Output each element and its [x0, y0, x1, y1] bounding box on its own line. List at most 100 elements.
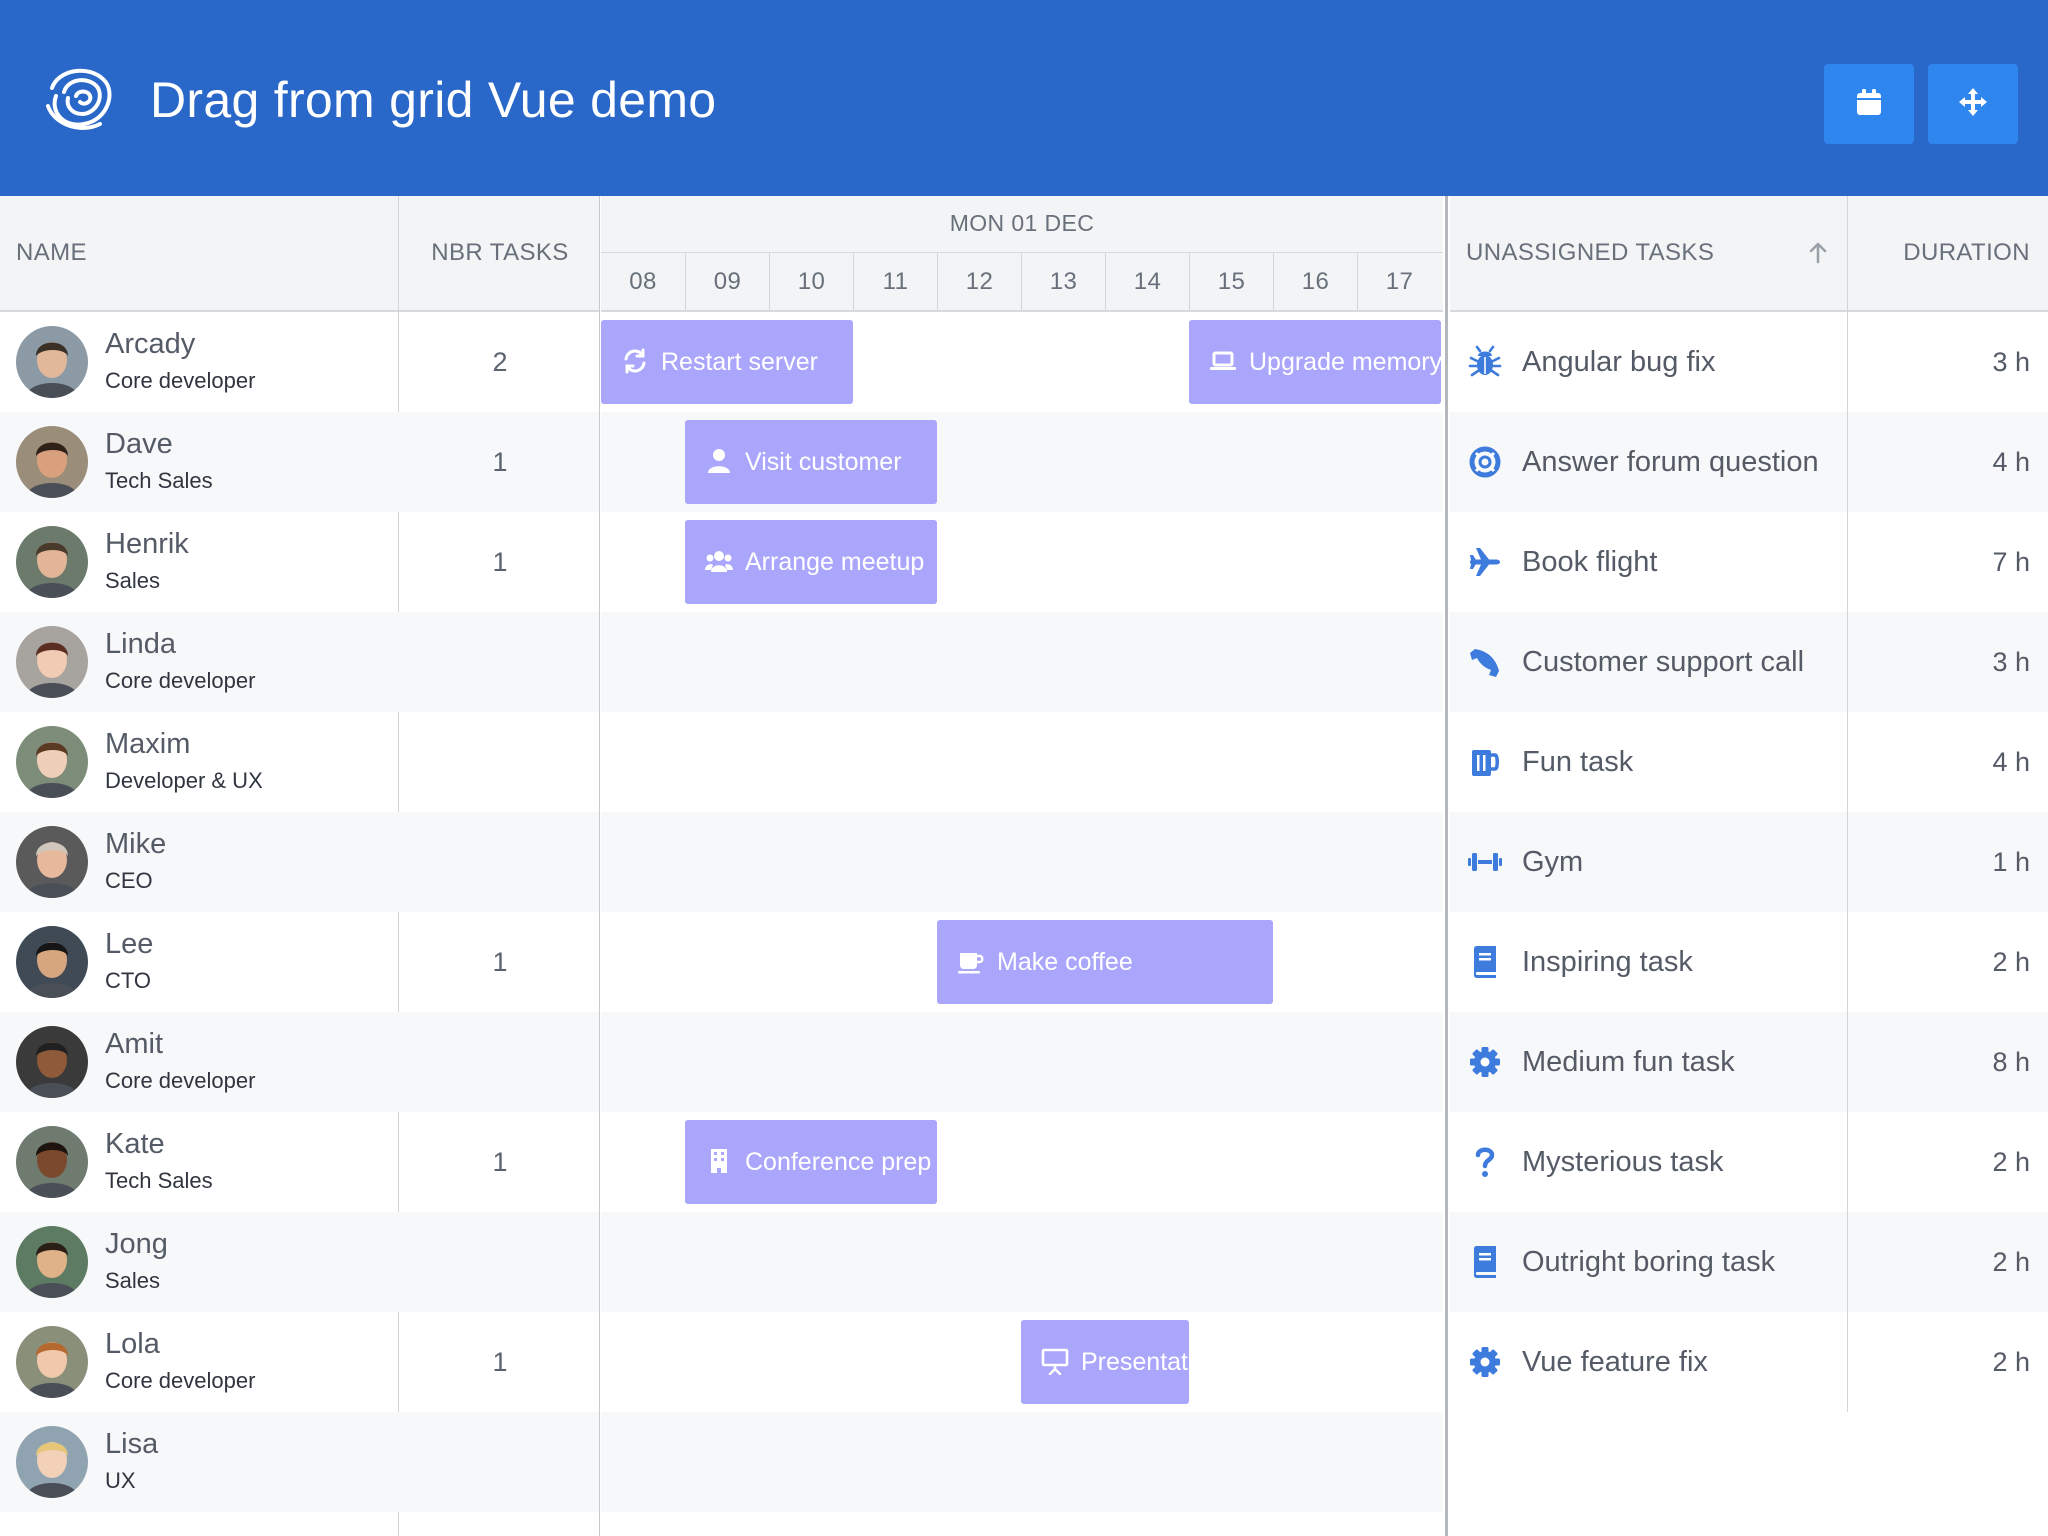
resource-role: Core developer	[105, 1368, 256, 1393]
unassigned-task-row[interactable]: Gym 1 h	[1450, 812, 2048, 912]
unassigned-task-row[interactable]: Fun task 4 h	[1450, 712, 2048, 812]
beer-icon	[1468, 745, 1502, 779]
column-header-duration[interactable]: DURATION	[1903, 238, 2030, 268]
column-divider	[1847, 196, 1848, 1412]
resource-row[interactable]: Arcady Core developer 2	[0, 312, 600, 412]
task-name: Angular bug fix	[1522, 346, 1716, 378]
resource-row[interactable]: Maxim Developer & UX	[0, 712, 600, 812]
task-count	[400, 612, 600, 712]
resource-row[interactable]: Lola Core developer 1	[0, 1312, 600, 1412]
event-bar[interactable]: Presentati	[1021, 1320, 1189, 1404]
unassigned-task-row[interactable]: Customer support call 3 h	[1450, 612, 2048, 712]
book-icon	[1468, 1245, 1502, 1279]
unassigned-rows: Angular bug fix 3 h Answer forum question 4…	[1450, 312, 2048, 1412]
unassigned-task-row[interactable]: Inspiring task 2 h	[1450, 912, 2048, 1012]
avatar	[16, 1226, 88, 1298]
arrow-up-icon[interactable]	[1805, 240, 1831, 266]
unassigned-task-row[interactable]: Vue feature fix 2 h	[1450, 1312, 2048, 1412]
resource-role: Core developer	[105, 1068, 256, 1093]
task-name: Book flight	[1522, 546, 1658, 578]
splitter[interactable]	[1445, 196, 1448, 1536]
event-label: Conference prep	[745, 1148, 932, 1176]
resource-row[interactable]: Lee CTO 1	[0, 912, 600, 1012]
unassigned-task-row[interactable]: Book flight 7 h	[1450, 512, 2048, 612]
hour-header: 15	[1189, 253, 1273, 311]
splitter[interactable]	[599, 196, 600, 1536]
column-header-nbr-tasks[interactable]: NBR TASKS	[400, 238, 600, 268]
event-bar[interactable]: Make coffee	[937, 920, 1273, 1004]
life-ring-icon	[1468, 445, 1502, 479]
hour-header: 13	[1021, 253, 1105, 311]
task-name: Customer support call	[1522, 646, 1805, 678]
avatar	[16, 326, 88, 398]
resource-name: Linda	[105, 628, 176, 660]
resource-grid-header: NAME NBR TASKS	[0, 196, 600, 312]
resource-row[interactable]: Amit Core developer	[0, 1012, 600, 1112]
avatar	[16, 626, 88, 698]
resource-name: Kate	[105, 1128, 165, 1160]
resource-role: CEO	[105, 868, 153, 893]
resource-row[interactable]: Mike CEO	[0, 812, 600, 912]
event-bar[interactable]: Visit customer	[685, 420, 937, 504]
unassigned-task-row[interactable]: Answer forum question 4 h	[1450, 412, 2048, 512]
hour-header: 10	[769, 253, 853, 311]
unassigned-task-row[interactable]: Angular bug fix 3 h	[1450, 312, 2048, 412]
task-count	[400, 1412, 600, 1512]
resource-name: Maxim	[105, 728, 191, 760]
avatar	[16, 426, 88, 498]
presentation-icon	[1041, 1347, 1069, 1375]
task-count: 1	[492, 947, 508, 977]
hour-header: 12	[937, 253, 1021, 311]
task-name: Mysterious task	[1522, 1146, 1724, 1178]
schedule-timeline: MON 01 DEC 08 09 10 11 12 13 14 15 16 17 Restart …	[601, 196, 1443, 1536]
event-label: Make coffee	[997, 948, 1133, 976]
drag-mode-button[interactable]	[1928, 64, 2018, 144]
task-duration: 8 h	[1992, 1047, 2030, 1077]
hour-header: 14	[1105, 253, 1189, 311]
bug-icon	[1468, 345, 1502, 379]
resource-row[interactable]: Dave Tech Sales 1	[0, 412, 600, 512]
event-bar[interactable]: Restart server	[601, 320, 853, 404]
resource-role: Sales	[105, 1268, 161, 1293]
event-label: Upgrade memory	[1249, 348, 1441, 376]
timeline-row[interactable]	[601, 1412, 1443, 1512]
resource-row[interactable]: Lisa UX	[0, 1412, 600, 1512]
resource-row[interactable]: Henrik Sales 1	[0, 512, 600, 612]
cog-icon	[1468, 1345, 1502, 1379]
event-bar[interactable]: Conference prep	[685, 1120, 937, 1204]
event-label: Presentati	[1081, 1348, 1189, 1376]
resource-name: Lola	[105, 1328, 160, 1360]
resource-row[interactable]: Linda Core developer	[0, 612, 600, 712]
task-count	[400, 1212, 600, 1312]
unassigned-grid: UNASSIGNED TASKS DURATION Angular bug fi…	[1450, 196, 2048, 1536]
unassigned-task-row[interactable]: Medium fun task 8 h	[1450, 1012, 2048, 1112]
bryntum-logo-icon	[44, 58, 120, 134]
resource-row[interactable]: Kate Tech Sales 1	[0, 1112, 600, 1212]
event-bar[interactable]: Upgrade memory	[1189, 320, 1441, 404]
column-header-name[interactable]: NAME	[16, 238, 87, 268]
timeline-row[interactable]	[601, 812, 1443, 912]
resource-name: Mike	[105, 828, 167, 860]
calendar-button[interactable]	[1824, 64, 1914, 144]
task-duration: 7 h	[1992, 547, 2030, 577]
event-bar[interactable]: Arrange meetup	[685, 520, 937, 604]
resource-row[interactable]: Jong Sales	[0, 1212, 600, 1312]
question-icon	[1468, 1145, 1502, 1179]
building-icon	[705, 1147, 733, 1175]
timeline-row[interactable]	[601, 612, 1443, 712]
resource-role: Sales	[105, 568, 161, 593]
unassigned-task-row[interactable]: Mysterious task 2 h	[1450, 1112, 2048, 1212]
timeline-row[interactable]	[601, 1012, 1443, 1112]
timeline-row[interactable]	[601, 1212, 1443, 1312]
task-count	[400, 812, 600, 912]
avatar	[16, 926, 88, 998]
column-header-unassigned-tasks[interactable]: UNASSIGNED TASKS	[1466, 238, 1714, 268]
phone-icon	[1468, 645, 1502, 679]
timeline-rows: Restart server Upgrade memory Visit custom…	[601, 312, 1443, 1512]
dumbbell-icon	[1468, 845, 1502, 879]
avatar	[16, 726, 88, 798]
event-label: Visit customer	[745, 448, 902, 476]
task-count: 1	[492, 1347, 508, 1377]
unassigned-task-row[interactable]: Outright boring task 2 h	[1450, 1212, 2048, 1312]
timeline-row[interactable]	[601, 712, 1443, 812]
